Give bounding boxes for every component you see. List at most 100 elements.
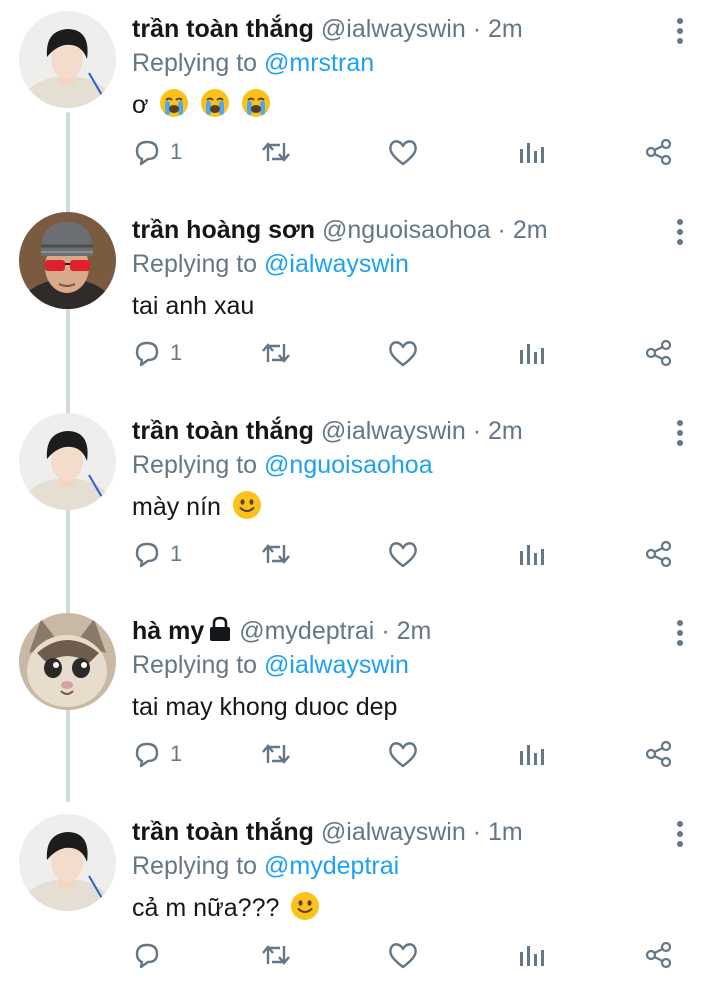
author-name[interactable]: trần toàn thắng: [132, 417, 314, 445]
tweet-header: trần toàn thắng @ialwayswin · 2m: [132, 12, 523, 46]
heart-icon: [389, 341, 417, 367]
more-vertical-icon[interactable]: [666, 14, 694, 48]
retweet-icon: [262, 945, 290, 965]
timestamp[interactable]: 2m: [488, 15, 523, 43]
reply-icon: [135, 943, 159, 969]
avatar[interactable]: [19, 814, 116, 911]
tweet[interactable]: trần hoàng sơn @nguoisaohoa · 2m Replyin…: [0, 201, 720, 401]
share-button[interactable]: [644, 734, 674, 774]
more-vertical-icon[interactable]: [666, 817, 694, 851]
avatar[interactable]: [19, 212, 116, 309]
tweet[interactable]: trần toàn thắng @ialwayswin · 2m Replyin…: [0, 0, 720, 200]
separator-dot: ·: [472, 417, 482, 445]
separator-dot: ·: [381, 617, 390, 645]
stats-button[interactable]: [517, 132, 545, 172]
like-button[interactable]: [387, 935, 419, 975]
tweet[interactable]: hà my @mydeptrai · 2m Replying to @ialwa…: [0, 602, 720, 802]
share-icon: [645, 138, 672, 166]
author-handle[interactable]: @nguoisaohoa: [322, 216, 491, 244]
share-button[interactable]: [644, 132, 674, 172]
avatar[interactable]: [19, 11, 116, 108]
loudly-crying-face-icon: [201, 89, 230, 117]
share-icon: [645, 339, 672, 367]
reply-button[interactable]: 1: [132, 734, 182, 774]
separator-dot: ·: [472, 15, 482, 43]
author-name[interactable]: trần toàn thắng: [132, 818, 314, 846]
stats-button[interactable]: [517, 333, 545, 373]
reply-button[interactable]: 1: [132, 132, 182, 172]
stats-button[interactable]: [517, 734, 545, 774]
avatar[interactable]: [19, 613, 116, 710]
share-button[interactable]: [644, 534, 674, 574]
slightly-smiling-face-icon: [291, 892, 320, 920]
author-name[interactable]: hà my: [132, 617, 204, 645]
reply-icon: [135, 742, 159, 768]
more-vertical-icon[interactable]: [666, 616, 694, 650]
retweet-button[interactable]: [260, 534, 292, 574]
tweet-actions: 1: [0, 333, 720, 377]
replying-to-label: Replying to: [132, 451, 258, 479]
author-handle[interactable]: @ialwayswin: [321, 15, 466, 43]
timestamp[interactable]: 1m: [488, 818, 523, 846]
tweet-actions: 1: [0, 534, 720, 578]
reply-count: 1: [170, 541, 183, 566]
reply-icon: [135, 341, 159, 367]
tweet[interactable]: trần toàn thắng @ialwayswin · 2m Replyin…: [0, 402, 720, 602]
stats-button[interactable]: [517, 534, 545, 574]
loudly-crying-face-icon: [242, 89, 271, 117]
mention-link[interactable]: @ialwayswin: [264, 651, 409, 679]
tweet-text: tai anh xau: [132, 289, 254, 323]
share-button[interactable]: [644, 333, 674, 373]
tweet-text: cả m nữa???: [132, 891, 320, 925]
stats-icon: [520, 344, 544, 364]
tweet-text-content: tai anh xau: [132, 292, 255, 320]
mention-link[interactable]: @nguoisaohoa: [264, 451, 433, 479]
retweet-button[interactable]: [260, 935, 292, 975]
reply-button[interactable]: 1: [132, 333, 182, 373]
timestamp[interactable]: 2m: [513, 216, 548, 244]
timestamp[interactable]: 2m: [488, 417, 523, 445]
replying-to: Replying to @nguoisaohoa: [132, 448, 433, 482]
reply-count: 1: [170, 340, 183, 365]
separator-dot: ·: [472, 818, 482, 846]
more-vertical-icon[interactable]: [666, 215, 694, 249]
mention-link[interactable]: @mydeptrai: [264, 852, 399, 880]
like-button[interactable]: [387, 333, 419, 373]
stats-icon: [520, 143, 544, 163]
like-button[interactable]: [387, 132, 419, 172]
reply-button[interactable]: [132, 935, 170, 975]
retweet-button[interactable]: [260, 132, 292, 172]
stats-icon: [520, 745, 544, 765]
reply-button[interactable]: 1: [132, 534, 182, 574]
more-vertical-icon[interactable]: [666, 416, 694, 450]
reply-icon: [135, 140, 159, 166]
tweet-text-content: tai may khong duoc dep: [132, 693, 398, 721]
separator-dot: ·: [497, 216, 506, 244]
avatar[interactable]: [19, 413, 116, 510]
tweet-actions: [0, 935, 720, 979]
mention-link[interactable]: @mrstran: [264, 49, 374, 77]
retweet-button[interactable]: [260, 734, 292, 774]
timestamp[interactable]: 2m: [397, 617, 432, 645]
heart-icon: [389, 140, 417, 166]
stats-icon: [520, 946, 544, 966]
tweet-header: trần toàn thắng @ialwayswin · 2m: [132, 414, 523, 448]
retweet-button[interactable]: [260, 333, 292, 373]
tweet-text-content: mày nín: [132, 493, 221, 521]
reply-count: 1: [170, 741, 183, 766]
tweet-text: tai may khong duoc dep: [132, 690, 397, 724]
stats-button[interactable]: [517, 935, 545, 975]
like-button[interactable]: [387, 734, 419, 774]
replying-to-label: Replying to: [132, 250, 258, 278]
author-name[interactable]: trần hoàng sơn: [132, 216, 315, 244]
replying-to: Replying to @ialwayswin: [132, 247, 409, 281]
author-handle[interactable]: @ialwayswin: [321, 417, 466, 445]
author-handle[interactable]: @mydeptrai: [239, 617, 374, 645]
share-button[interactable]: [644, 935, 674, 975]
tweet[interactable]: trần toàn thắng @ialwayswin · 1m Replyin…: [0, 803, 720, 1003]
mention-link[interactable]: @ialwayswin: [264, 250, 409, 278]
like-button[interactable]: [387, 534, 419, 574]
author-name[interactable]: trần toàn thắng: [132, 15, 314, 43]
author-handle[interactable]: @ialwayswin: [321, 818, 466, 846]
tweet-actions: 1: [0, 132, 720, 176]
